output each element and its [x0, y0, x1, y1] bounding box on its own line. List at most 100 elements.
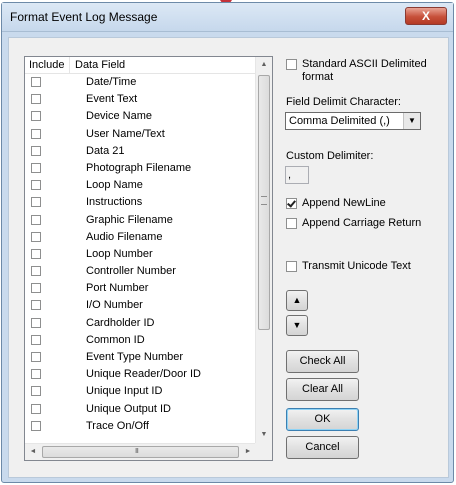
data-field-label: Device Name [86, 110, 153, 123]
include-checkbox[interactable] [31, 94, 41, 105]
title-bar: Format Event Log Message X [2, 3, 453, 32]
append-newline-checkbox[interactable] [286, 198, 297, 209]
data-field-label: Data 21 [86, 144, 125, 157]
scroll-right-icon[interactable]: ► [240, 444, 256, 460]
data-field-label: Unique Output ID [86, 402, 171, 415]
data-field-label: Photograph Filename [86, 161, 192, 174]
include-checkbox[interactable] [31, 403, 41, 414]
list-item[interactable]: Graphic Filename [25, 212, 256, 229]
data-field-label: Cardholder ID [86, 316, 155, 329]
include-checkbox[interactable] [31, 352, 41, 362]
scroll-up-icon[interactable]: ▲ [256, 57, 272, 73]
list-item[interactable]: Photograph Filename [25, 160, 256, 177]
list-item[interactable]: User Name/Text [25, 126, 256, 143]
field-delimit-select[interactable]: Comma Delimited (,) ▼ [285, 112, 421, 130]
standard-ascii-label: Standard ASCII Delimited format [302, 58, 427, 84]
include-checkbox[interactable] [31, 180, 41, 191]
include-checkbox[interactable] [31, 231, 41, 242]
scroll-corner [255, 443, 272, 460]
list-item[interactable]: Common ID [25, 332, 256, 349]
include-checkbox[interactable] [31, 214, 41, 225]
data-field-label: Event Text [86, 93, 138, 106]
list-item[interactable]: Unique Input ID [25, 383, 256, 400]
dialog-window: Format Event Log Message X Include Data … [1, 2, 454, 483]
include-checkbox[interactable] [31, 317, 41, 328]
move-down-button[interactable]: ▼ [286, 315, 308, 336]
horizontal-scrollbar[interactable]: ◄ III ► [25, 443, 256, 460]
scroll-left-icon[interactable]: ◄ [25, 444, 41, 460]
field-delimit-label: Field Delimit Character: [286, 96, 401, 108]
data-field-label: User Name/Text [86, 127, 165, 140]
data-field-label: Date/Time [86, 76, 137, 88]
data-field-label: Event Type Number [86, 351, 184, 363]
include-checkbox[interactable] [31, 420, 41, 431]
include-checkbox[interactable] [31, 369, 41, 380]
list-item[interactable]: Event Text [25, 91, 256, 108]
data-field-label: Graphic Filename [86, 213, 173, 226]
custom-delimiter-label: Custom Delimiter: [286, 150, 374, 162]
include-checkbox[interactable] [31, 266, 41, 277]
include-checkbox[interactable] [31, 162, 41, 173]
column-header-data-field[interactable]: Data Field [70, 57, 256, 73]
data-field-label: Controller Number [86, 265, 176, 278]
list-item[interactable]: Loop Number [25, 246, 256, 263]
scroll-down-icon[interactable]: ▼ [256, 427, 272, 443]
close-button[interactable]: X [405, 7, 447, 25]
list-item[interactable]: Device Name [25, 108, 256, 125]
include-checkbox[interactable] [31, 248, 41, 259]
standard-ascii-label-line2: format [302, 71, 334, 83]
list-item[interactable]: Cardholder ID [25, 315, 256, 332]
custom-delimiter-input[interactable]: , [285, 166, 309, 184]
include-checkbox[interactable] [31, 386, 41, 397]
data-field-label: Loop Number [86, 247, 153, 260]
vertical-scroll-thumb[interactable] [258, 75, 270, 330]
transmit-unicode-label: Transmit Unicode Text [302, 260, 411, 272]
list-item[interactable]: Unique Output ID [25, 401, 256, 418]
ok-button[interactable]: OK [286, 408, 359, 431]
horizontal-scroll-thumb[interactable]: III [42, 446, 239, 458]
include-checkbox[interactable] [31, 300, 41, 311]
column-header-include[interactable]: Include [25, 57, 70, 73]
include-checkbox[interactable] [31, 128, 41, 139]
vertical-scrollbar[interactable]: ▲ ▼ [255, 57, 272, 443]
data-field-label: I/O Number [86, 299, 143, 312]
include-checkbox[interactable] [31, 145, 41, 156]
append-carriage-return-label: Append Carriage Return [302, 217, 422, 229]
window-title: Format Event Log Message [10, 10, 158, 24]
field-delimit-value: Comma Delimited (,) [289, 115, 390, 127]
append-carriage-return-checkbox[interactable] [286, 218, 297, 229]
transmit-unicode-checkbox[interactable] [286, 261, 297, 272]
list-item[interactable]: I/O Number [25, 297, 256, 314]
include-checkbox[interactable] [31, 197, 41, 208]
data-field-list[interactable]: Include Data Field Date/Time Event Text De… [24, 56, 273, 461]
chevron-down-icon[interactable]: ▼ [403, 113, 420, 129]
list-item[interactable]: Controller Number [25, 263, 256, 280]
list-item[interactable]: Trace On/Off [25, 418, 256, 435]
data-field-label: Audio Filename [86, 230, 163, 243]
list-item[interactable]: Unique Reader/Door ID [25, 366, 256, 383]
data-field-label: Loop Name [86, 179, 143, 192]
cancel-button[interactable]: Cancel [286, 436, 359, 459]
clear-all-button[interactable]: Clear All [286, 378, 359, 401]
check-all-button[interactable]: Check All [286, 350, 359, 373]
dialog-client-area: Include Data Field Date/Time Event Text De… [8, 37, 449, 478]
list-item[interactable]: Port Number [25, 280, 256, 297]
grip-icon: III [135, 448, 139, 455]
include-checkbox[interactable] [31, 334, 41, 345]
list-item[interactable]: Event Type Number [25, 349, 256, 366]
list-item[interactable]: Audio Filename [25, 229, 256, 246]
move-up-button[interactable]: ▲ [286, 290, 308, 311]
data-field-label: Instructions [86, 196, 143, 209]
list-item[interactable]: Instructions [25, 194, 256, 211]
standard-ascii-label-line1: Standard ASCII Delimited [302, 58, 427, 70]
list-item[interactable]: Date/Time [25, 74, 256, 91]
data-field-label: Unique Reader/Door ID [86, 368, 201, 381]
close-icon: X [421, 9, 430, 23]
list-header: Include Data Field [25, 57, 256, 74]
list-item[interactable]: Data 21 [25, 143, 256, 160]
include-checkbox[interactable] [31, 77, 41, 87]
list-item[interactable]: Loop Name [25, 177, 256, 194]
include-checkbox[interactable] [31, 283, 41, 294]
include-checkbox[interactable] [31, 111, 41, 122]
standard-ascii-checkbox[interactable] [286, 59, 297, 70]
